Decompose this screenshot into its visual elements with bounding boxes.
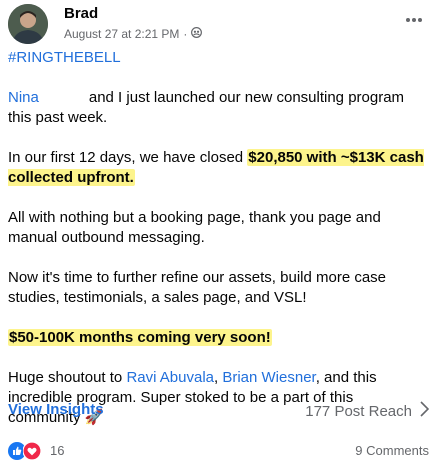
post-reach-label: 177 Post Reach (305, 402, 412, 420)
post-timestamp[interactable]: August 27 at 2:21 PM (64, 27, 179, 41)
love-reaction-icon (22, 441, 42, 465)
comma: , (214, 369, 219, 386)
post-header: Brad August 27 at 2:21 PM · (8, 4, 429, 44)
reaction-count[interactable]: 16 (50, 443, 64, 458)
hashtag-link[interactable]: #RINGTHEBELL (8, 49, 121, 66)
mention-nina[interactable]: Nina (8, 89, 39, 106)
reactions-row: 16 9 Comments (8, 441, 429, 461)
paragraph-4-text: Now it's time to further refine our asse… (8, 269, 387, 306)
mention-brian[interactable]: Brian Wiesner (222, 369, 315, 386)
paragraph-3-text: All with nothing but a booking page, tha… (8, 209, 381, 246)
mention-ravi[interactable]: Ravi Abuvala (126, 369, 214, 386)
paragraph-1-text: and I just launched our new consulting p… (8, 89, 405, 126)
more-options-icon[interactable] (405, 12, 429, 28)
post-reach[interactable]: 177 Post Reach (305, 401, 430, 421)
meta-separator: · (183, 27, 188, 41)
post-body: #RINGTHEBELL Nina and I just launched our… (8, 48, 428, 428)
reaction-icons[interactable] (8, 441, 42, 465)
paragraph-6-text: Huge shoutout to (8, 369, 123, 386)
comments-count[interactable]: 9 Comments (355, 443, 429, 458)
group-privacy-icon (191, 27, 203, 41)
post-meta: August 27 at 2:21 PM · (64, 27, 203, 41)
view-insights-link[interactable]: View Insights (8, 401, 104, 418)
author-name[interactable]: Brad (64, 5, 98, 22)
insights-row: View Insights 177 Post Reach (8, 401, 430, 423)
avatar[interactable] (8, 4, 48, 44)
chevron-right-icon (420, 401, 430, 421)
paragraph-2-text: In our first 12 days, we have closed (8, 149, 244, 166)
highlight-goal: $50-100K months coming very soon! (8, 329, 272, 346)
